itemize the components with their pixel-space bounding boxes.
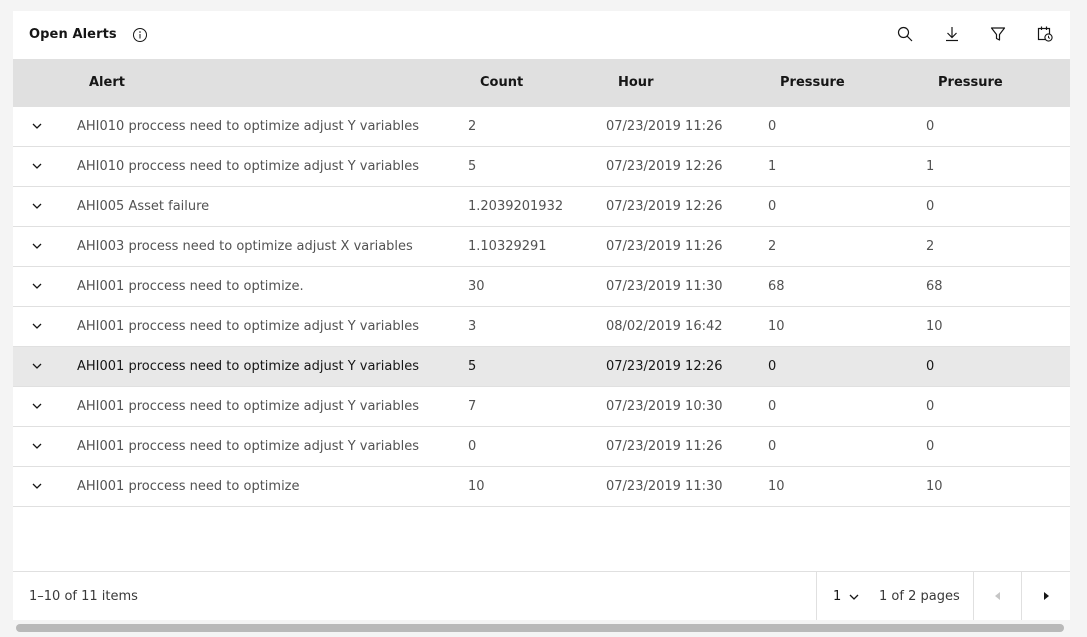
table-row[interactable]: AHI001 proccess need to optimize adjust … [13, 427, 1070, 467]
pagination-divider [816, 572, 817, 620]
chevron-down-icon[interactable] [30, 159, 44, 173]
cell-pressure-2: 68 [926, 279, 943, 294]
cell-pressure-2: 1 [926, 159, 935, 174]
cell-hour: 07/23/2019 11:26 [606, 239, 723, 254]
cell-alert: AHI005 Asset failure [77, 199, 210, 214]
cell-alert: AHI001 proccess need to optimize adjust … [77, 439, 419, 454]
cell-pressure: 1 [768, 159, 777, 174]
cell-pressure: 0 [768, 359, 777, 374]
calendar-clock-icon[interactable] [1036, 25, 1056, 45]
cell-pressure-2: 0 [926, 199, 935, 214]
cell-alert: AHI001 proccess need to optimize [77, 479, 300, 494]
column-header-pressure-2[interactable]: Pressure [938, 75, 1003, 90]
cell-alert: AHI010 proccess need to optimize adjust … [77, 119, 419, 134]
cell-alert: AHI001 proccess need to optimize. [77, 279, 304, 294]
previous-page-button[interactable] [974, 572, 1022, 620]
cell-pressure-2: 10 [926, 319, 943, 334]
cell-hour: 07/23/2019 10:30 [606, 399, 723, 414]
filter-icon[interactable] [989, 25, 1009, 45]
cell-pressure: 0 [768, 439, 777, 454]
cell-count: 30 [468, 279, 485, 294]
table-toolbar: Open Alerts [13, 11, 1070, 59]
cell-pressure: 10 [768, 319, 785, 334]
cell-count: 3 [468, 319, 477, 334]
table-row[interactable]: AHI010 proccess need to optimize adjust … [13, 107, 1070, 147]
table-row[interactable]: AHI001 proccess need to optimize adjust … [13, 387, 1070, 427]
chevron-down-icon[interactable] [30, 399, 44, 413]
cell-count: 2 [468, 119, 477, 134]
caret-left-icon [995, 592, 1000, 600]
scrollbar-thumb[interactable] [16, 624, 1064, 632]
page-select[interactable]: 1 [833, 589, 841, 604]
cell-hour: 07/23/2019 12:26 [606, 359, 723, 374]
table-body: AHI010 proccess need to optimize adjust … [13, 107, 1070, 507]
cell-pressure-2: 0 [926, 119, 935, 134]
cell-hour: 07/23/2019 11:30 [606, 479, 723, 494]
column-header-pressure[interactable]: Pressure [780, 75, 845, 90]
cell-pressure-2: 0 [926, 359, 935, 374]
table-row[interactable]: AHI003 process need to optimize adjust X… [13, 227, 1070, 267]
cell-alert: AHI010 proccess need to optimize adjust … [77, 159, 419, 174]
cell-pressure-2: 10 [926, 479, 943, 494]
chevron-down-icon[interactable] [30, 279, 44, 293]
cell-pressure-2: 0 [926, 399, 935, 414]
cell-count: 5 [468, 159, 477, 174]
caret-right-icon [1044, 592, 1049, 600]
horizontal-scrollbar[interactable] [16, 624, 1064, 632]
chevron-down-icon[interactable] [30, 319, 44, 333]
chevron-down-icon[interactable] [30, 439, 44, 453]
cell-count: 7 [468, 399, 477, 414]
download-icon[interactable] [943, 25, 963, 45]
cell-count: 5 [468, 359, 477, 374]
table-row[interactable]: AHI001 proccess need to optimize. 30 07/… [13, 267, 1070, 307]
pagination-bar: 1–10 of 11 items 1 1 of 2 pages [13, 571, 1070, 620]
column-header-count[interactable]: Count [480, 75, 523, 90]
cell-hour: 07/23/2019 11:30 [606, 279, 723, 294]
next-page-button[interactable] [1022, 572, 1070, 620]
cell-count: 10 [468, 479, 485, 494]
cell-pressure-2: 0 [926, 439, 935, 454]
chevron-down-icon[interactable] [30, 119, 44, 133]
cell-alert: AHI001 proccess need to optimize adjust … [77, 359, 419, 374]
cell-count: 0 [468, 439, 477, 454]
cell-pressure-2: 2 [926, 239, 935, 254]
chevron-down-icon[interactable] [30, 359, 44, 373]
info-icon[interactable] [132, 27, 148, 43]
table-row[interactable]: AHI010 proccess need to optimize adjust … [13, 147, 1070, 187]
chevron-down-icon[interactable] [30, 239, 44, 253]
cell-hour: 07/23/2019 12:26 [606, 199, 723, 214]
column-header-alert[interactable]: Alert [89, 75, 125, 90]
chevron-down-icon[interactable] [30, 199, 44, 213]
search-icon[interactable] [896, 25, 916, 45]
chevron-down-icon[interactable] [847, 590, 861, 604]
table-row-hovered[interactable]: AHI001 proccess need to optimize adjust … [13, 347, 1070, 387]
chevron-down-icon[interactable] [30, 479, 44, 493]
page-count-label: 1 of 2 pages [879, 589, 960, 604]
cell-hour: 07/23/2019 11:26 [606, 119, 723, 134]
cell-pressure: 0 [768, 119, 777, 134]
cell-pressure: 68 [768, 279, 785, 294]
cell-count: 1.10329291 [468, 239, 547, 254]
cell-pressure: 0 [768, 199, 777, 214]
cell-alert: AHI001 proccess need to optimize adjust … [77, 399, 419, 414]
table-row[interactable]: AHI001 proccess need to optimize 10 07/2… [13, 467, 1070, 507]
cell-count: 1.2039201932 [468, 199, 564, 214]
cell-pressure: 0 [768, 399, 777, 414]
cell-alert: AHI003 process need to optimize adjust X… [77, 239, 413, 254]
cell-hour: 07/23/2019 12:26 [606, 159, 723, 174]
table-header: Alert Count Hour Pressure Pressure [13, 59, 1070, 107]
table-row[interactable]: AHI001 proccess need to optimize adjust … [13, 307, 1070, 347]
cell-pressure: 10 [768, 479, 785, 494]
cell-hour: 07/23/2019 11:26 [606, 439, 723, 454]
cell-alert: AHI001 proccess need to optimize adjust … [77, 319, 419, 334]
open-alerts-card: Open Alerts Alert Count Hour Pressure Pr… [13, 11, 1070, 620]
cell-pressure: 2 [768, 239, 777, 254]
cell-hour: 08/02/2019 16:42 [606, 319, 723, 334]
table-row[interactable]: AHI005 Asset failure 1.2039201932 07/23/… [13, 187, 1070, 227]
table-title: Open Alerts [29, 27, 117, 42]
column-header-hour[interactable]: Hour [618, 75, 653, 90]
items-range-label: 1–10 of 11 items [29, 589, 138, 604]
